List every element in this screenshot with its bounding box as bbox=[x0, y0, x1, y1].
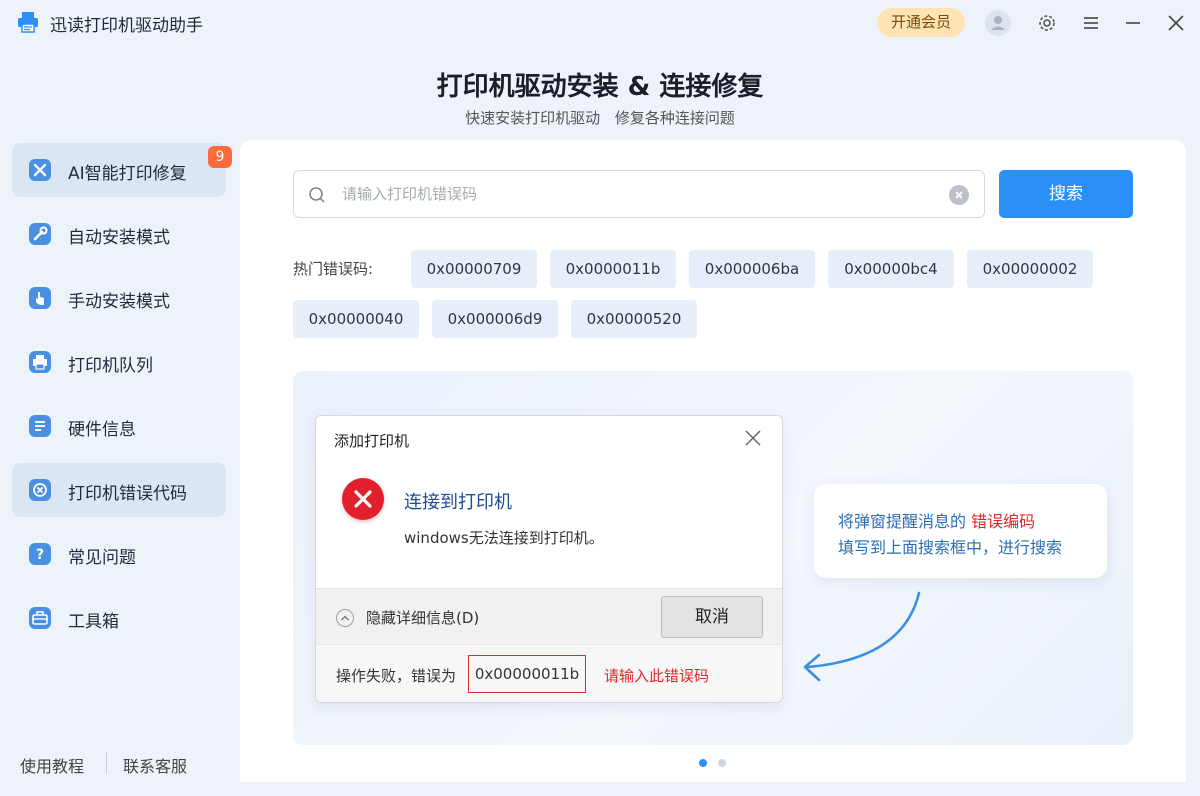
sidebar-item-ai-repair[interactable]: AI智能打印修复 9 bbox=[12, 143, 232, 197]
printer-icon bbox=[29, 351, 51, 373]
hot-code-chip[interactable]: 0x0000011b bbox=[550, 250, 676, 288]
sidebar-item-label: 自动安装模式 bbox=[68, 228, 170, 248]
gear-icon[interactable] bbox=[1036, 12, 1058, 34]
sidebar-item-manual-install[interactable]: 手动安装模式 bbox=[12, 271, 226, 325]
tip-highlight: 错误编码 bbox=[971, 512, 1036, 531]
avatar[interactable] bbox=[985, 10, 1011, 36]
tip-card: 将弹窗提醒消息的 错误编码 填写到上面搜索框中，进行搜索 bbox=[814, 484, 1107, 578]
hot-code-chip[interactable]: 0x00000709 bbox=[411, 250, 537, 288]
curved-arrow-icon bbox=[803, 591, 921, 682]
dialog-cancel-button: 取消 bbox=[661, 596, 763, 638]
sidebar-item-label: 手动安装模式 bbox=[68, 292, 170, 312]
error-icon bbox=[342, 478, 384, 520]
sidebar-item-label: 打印机错误代码 bbox=[68, 484, 187, 504]
support-link[interactable]: 联系客服 bbox=[123, 753, 187, 777]
page-subtitle: 快速安装打印机驱动 修复各种连接问题 bbox=[465, 109, 735, 127]
sidebar-item-label: AI智能打印修复 bbox=[68, 164, 187, 184]
clear-icon[interactable] bbox=[949, 185, 969, 205]
dialog-fail-text: 操作失败，错误为 bbox=[336, 667, 457, 685]
search-button[interactable]: 搜索 bbox=[999, 170, 1133, 218]
search-icon bbox=[309, 187, 325, 203]
title-bar: 迅读打印机驱动助手 开通会员 bbox=[0, 0, 1200, 46]
question-icon: ? bbox=[29, 543, 51, 565]
printer-logo-icon bbox=[18, 12, 38, 33]
sidebar-item-label: 打印机队列 bbox=[68, 356, 153, 376]
wrench-screwdriver-icon bbox=[29, 159, 51, 181]
dialog-title: 添加打印机 bbox=[334, 432, 410, 450]
footer-divider bbox=[106, 752, 107, 774]
hot-code-chip[interactable]: 0x00000520 bbox=[571, 300, 697, 338]
chevron-up-icon bbox=[336, 609, 354, 627]
dialog-heading: 连接到打印机 bbox=[404, 492, 512, 513]
sidebar-item-toolbox[interactable]: 工具箱 bbox=[12, 591, 226, 645]
guide-illustration: 添加打印机 连接到打印机 windows无法连接到打印机。 隐藏详细信息(D) … bbox=[293, 371, 1133, 745]
user-icon bbox=[991, 16, 1005, 30]
sidebar-item-auto-install[interactable]: 自动安装模式 bbox=[12, 207, 226, 261]
close-icon[interactable] bbox=[1165, 12, 1187, 34]
app-title: 迅读打印机驱动助手 bbox=[50, 16, 203, 36]
tip-line-2: 填写到上面搜索框中，进行搜索 bbox=[838, 538, 1063, 557]
dialog-hint: 请输入此错误码 bbox=[604, 667, 710, 685]
hot-code-chip[interactable]: 0x00000002 bbox=[967, 250, 1093, 288]
sidebar-item-printer-queue[interactable]: 打印机队列 bbox=[12, 335, 226, 389]
hot-codes-label: 热门错误码: bbox=[293, 260, 374, 278]
sidebar-item-faq[interactable]: ? 常见问题 bbox=[12, 527, 226, 581]
hot-code-chip[interactable]: 0x000006ba bbox=[689, 250, 815, 288]
dialog-close-icon bbox=[745, 430, 761, 446]
document-list-icon bbox=[29, 415, 51, 437]
hot-code-chip[interactable]: 0x000006d9 bbox=[432, 300, 558, 338]
error-x-icon bbox=[29, 479, 51, 501]
sidebar-item-label: 工具箱 bbox=[68, 612, 119, 632]
dialog-message: windows无法连接到打印机。 bbox=[404, 529, 604, 547]
sidebar-item-hardware-info[interactable]: 硬件信息 bbox=[12, 399, 226, 453]
carousel-dot[interactable] bbox=[718, 759, 726, 767]
sidebar-item-label: 硬件信息 bbox=[68, 420, 136, 440]
menu-icon[interactable] bbox=[1080, 12, 1102, 34]
page-title: 打印机驱动安装 & 连接修复 bbox=[436, 72, 764, 102]
dialog-toolbar: 隐藏详细信息(D) 取消 bbox=[316, 588, 782, 644]
hot-code-chip[interactable]: 0x00000bc4 bbox=[828, 250, 954, 288]
dialog-details-toggle: 隐藏详细信息(D) bbox=[366, 609, 480, 627]
minimize-icon[interactable] bbox=[1122, 12, 1144, 34]
vip-button[interactable]: 开通会员 bbox=[877, 8, 965, 37]
tip-text: 将弹窗提醒消息的 bbox=[838, 512, 967, 531]
dialog-footer: 操作失败，错误为 0x00000011b 请输入此错误码 bbox=[316, 644, 782, 702]
toolbox-icon bbox=[29, 607, 51, 629]
tip-line-1: 将弹窗提醒消息的 错误编码 bbox=[838, 508, 1035, 532]
hand-pointer-icon bbox=[29, 287, 51, 309]
tutorial-link[interactable]: 使用教程 bbox=[20, 753, 84, 777]
search-box[interactable] bbox=[293, 170, 985, 218]
notification-badge: 9 bbox=[208, 146, 232, 168]
sample-error-dialog: 添加打印机 连接到打印机 windows无法连接到打印机。 隐藏详细信息(D) … bbox=[315, 415, 783, 703]
search-input[interactable] bbox=[342, 171, 932, 217]
hot-code-chip[interactable]: 0x00000040 bbox=[293, 300, 419, 338]
svg-text:?: ? bbox=[36, 547, 44, 563]
content-panel: 搜索 热门错误码: 0x00000709 0x0000011b 0x000006… bbox=[240, 140, 1186, 782]
sidebar-item-error-codes[interactable]: 打印机错误代码 bbox=[12, 463, 226, 517]
sidebar-item-label: 常见问题 bbox=[68, 548, 136, 568]
carousel-dot-active[interactable] bbox=[699, 759, 707, 767]
dialog-error-code: 0x00000011b bbox=[468, 655, 586, 693]
wrench-icon bbox=[29, 223, 51, 245]
